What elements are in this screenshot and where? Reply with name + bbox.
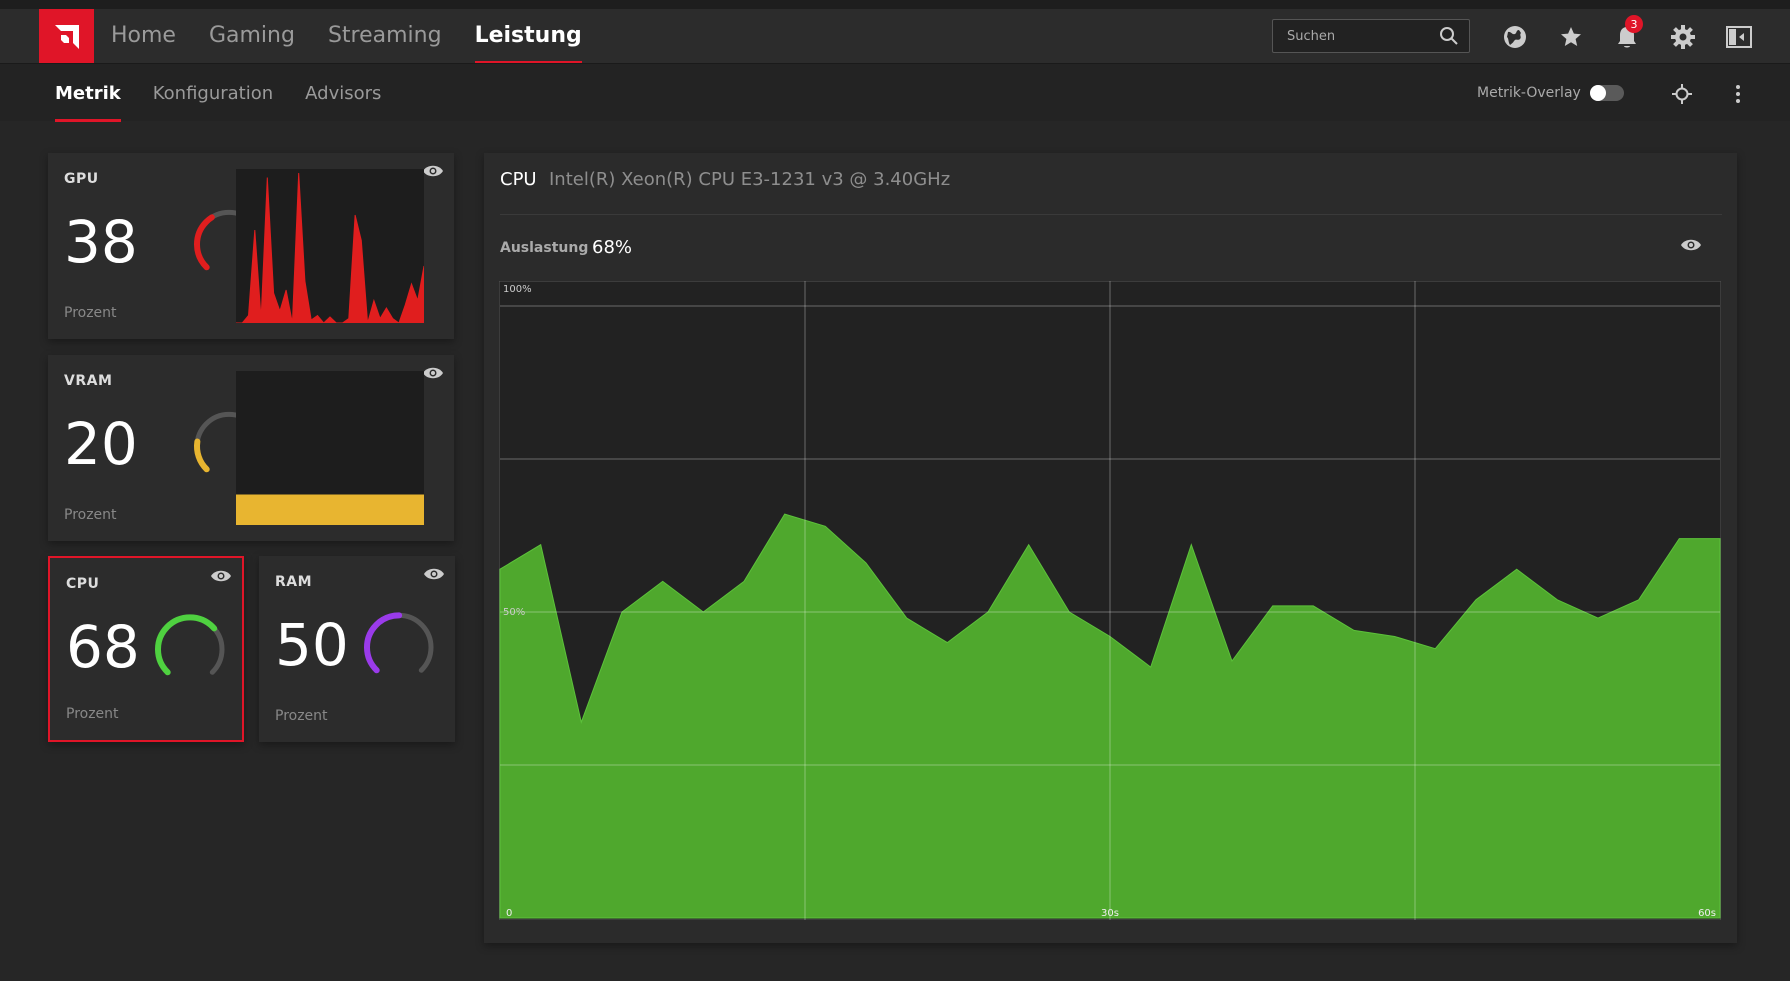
cpu-utilization-chart: 100% 50% 0 30s 60s: [499, 281, 1721, 920]
vram-label: VRAM: [64, 373, 113, 389]
gpu-label: GPU: [64, 171, 99, 187]
search-input[interactable]: [1273, 20, 1433, 52]
gpu-value: 38: [64, 208, 138, 276]
tab-advisors[interactable]: Advisors: [305, 64, 381, 122]
sidebar-toggle-icon[interactable]: [1725, 23, 1753, 51]
eye-icon[interactable]: [422, 163, 444, 182]
tab-leistung[interactable]: Leistung: [474, 9, 582, 64]
cpu-unit: Prozent: [66, 706, 119, 722]
cpu-model-name: Intel(R) Xeon(R) CPU E3-1231 v3 @ 3.40GH…: [549, 169, 951, 190]
main-nav: Home Gaming Streaming Leistung: [111, 9, 615, 64]
notification-badge: 3: [1625, 15, 1643, 33]
sparkline-area: [236, 494, 424, 525]
ram-gauge: [364, 612, 434, 674]
x-tick-label: 30s: [1101, 908, 1119, 919]
x-tick-label: 0: [506, 908, 512, 919]
gpu-sparkline: [236, 169, 424, 323]
panel-divider: [500, 214, 1722, 215]
ram-value: 50: [275, 611, 349, 679]
more-options-icon[interactable]: [1725, 81, 1751, 107]
vram-sparkline: [236, 371, 424, 525]
panel-title: CPU: [500, 169, 537, 190]
eye-icon[interactable]: [423, 566, 445, 585]
eye-icon[interactable]: [1680, 237, 1702, 256]
star-icon[interactable]: [1557, 23, 1585, 51]
top-navigation-bar: Home Gaming Streaming Leistung 3: [0, 9, 1790, 64]
metric-overlay-label: Metrik-Overlay: [1477, 85, 1581, 101]
sub-navigation-bar: Metrik Konfiguration Advisors Metrik-Ove…: [0, 63, 1790, 122]
sparkline-area: [236, 172, 424, 323]
amd-logo-icon[interactable]: [39, 9, 94, 64]
cpu-detail-panel: CPU Intel(R) Xeon(R) CPU E3-1231 v3 @ 3.…: [484, 153, 1737, 943]
tab-home[interactable]: Home: [111, 9, 176, 63]
crosshair-icon[interactable]: [1669, 81, 1695, 107]
x-tick-label: 60s: [1698, 908, 1716, 919]
sub-nav: Metrik Konfiguration Advisors: [55, 64, 413, 122]
cpu-gauge-fill: [155, 614, 225, 676]
globe-icon[interactable]: [1501, 23, 1529, 51]
gpu-unit: Prozent: [64, 305, 117, 321]
vram-metric-card[interactable]: VRAM 20 Prozent: [48, 355, 454, 541]
metric-overlay-toggle[interactable]: [1590, 85, 1624, 101]
utilization-label: Auslastung: [500, 240, 589, 256]
search-icon[interactable]: [1439, 26, 1459, 50]
ram-unit: Prozent: [275, 708, 328, 724]
ram-label: RAM: [275, 574, 313, 590]
eye-icon[interactable]: [210, 568, 232, 587]
gpu-metric-card[interactable]: GPU 38 Prozent: [48, 153, 454, 339]
tab-metrik[interactable]: Metrik: [55, 64, 121, 122]
ram-metric-card[interactable]: RAM 50 Prozent: [259, 556, 455, 742]
title-strip: [0, 0, 1790, 9]
search-box: [1272, 19, 1470, 53]
gear-icon[interactable]: [1669, 23, 1697, 51]
tab-gaming[interactable]: Gaming: [209, 9, 295, 63]
cpu-value: 68: [66, 613, 140, 681]
vram-value: 20: [64, 410, 138, 478]
vram-unit: Prozent: [64, 507, 117, 523]
cpu-metric-card[interactable]: CPU 68 Prozent: [48, 556, 244, 742]
cpu-label: CPU: [66, 576, 100, 592]
cpu-gauge: [155, 614, 225, 676]
tab-konfiguration[interactable]: Konfiguration: [153, 64, 273, 122]
utilization-value: 68%: [592, 237, 633, 258]
y-tick-label: 100%: [503, 284, 532, 295]
toggle-knob: [1590, 85, 1606, 101]
y-tick-label: 50%: [503, 607, 525, 618]
eye-icon[interactable]: [422, 365, 444, 384]
tab-streaming[interactable]: Streaming: [328, 9, 442, 63]
